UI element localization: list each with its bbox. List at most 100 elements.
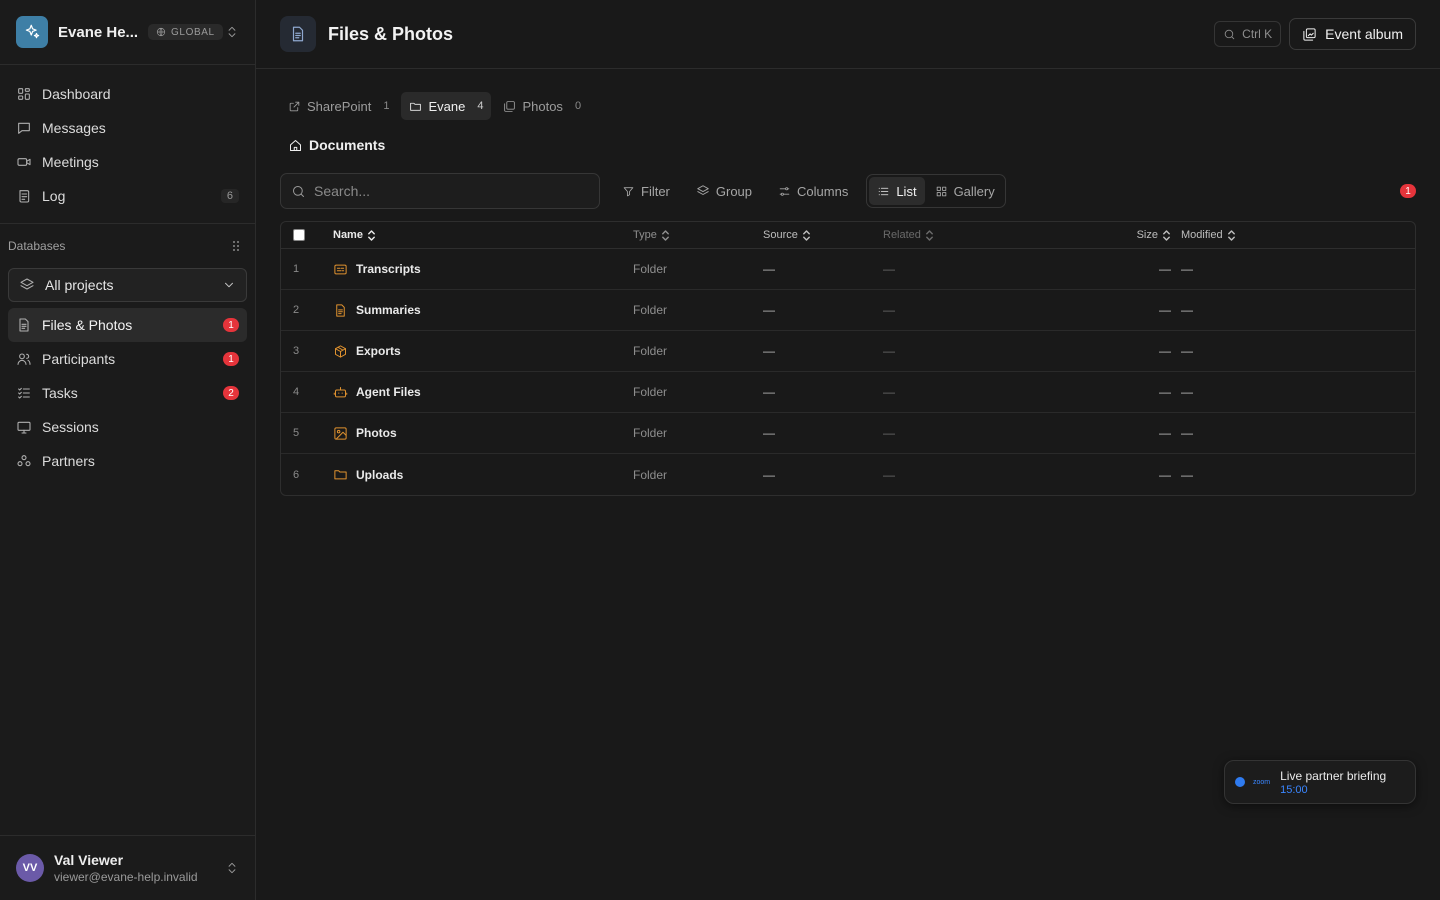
row-type: Folder bbox=[633, 467, 668, 482]
nav-item-meetings[interactable]: Meetings bbox=[8, 145, 247, 179]
column-header-size[interactable]: Size bbox=[1113, 229, 1181, 241]
users-icon bbox=[17, 353, 31, 365]
tab-sharepoint[interactable]: SharePoint 1 bbox=[280, 92, 397, 120]
row-name-cell[interactable]: Photos bbox=[333, 426, 633, 441]
nav-item-label: Messages bbox=[42, 120, 106, 136]
zoom-label: zoom bbox=[1253, 778, 1271, 786]
table-row[interactable]: 1 Transcripts Folder — — — — bbox=[281, 249, 1415, 290]
project-select[interactable]: All projects bbox=[8, 268, 247, 302]
row-type: Folder bbox=[633, 262, 668, 276]
user-email: viewer@evane-help.invalid bbox=[54, 870, 198, 884]
row-name: Summaries bbox=[356, 303, 421, 317]
notification-badge[interactable]: 1 bbox=[1400, 184, 1416, 198]
sidebar-item-sessions[interactable]: Sessions bbox=[8, 410, 247, 444]
column-header-related[interactable]: Related bbox=[883, 229, 1113, 241]
view-list-button[interactable]: List bbox=[869, 177, 925, 205]
tab-photos[interactable]: Photos 0 bbox=[495, 92, 589, 120]
search-input[interactable] bbox=[314, 183, 574, 199]
row-modified: — bbox=[1181, 426, 1193, 440]
sidebar-item-label: Partners bbox=[42, 453, 95, 469]
row-source: — bbox=[763, 344, 775, 358]
nav-item-log[interactable]: Log 6 bbox=[8, 179, 247, 213]
column-header-modified[interactable]: Modified bbox=[1181, 229, 1415, 241]
chevrons-updown-icon[interactable] bbox=[225, 861, 239, 875]
toast-text: Live partner briefing 15:00 bbox=[1280, 769, 1386, 796]
search-icon bbox=[293, 185, 304, 197]
row-size: — bbox=[1159, 262, 1171, 276]
column-header-source[interactable]: Source bbox=[763, 229, 883, 241]
log-icon bbox=[19, 190, 30, 203]
databases-heading: Databases bbox=[0, 226, 255, 266]
sort-icon bbox=[661, 229, 669, 241]
table-header: Name Type Source Related Size Modified bbox=[281, 222, 1415, 249]
row-name-cell[interactable]: Transcripts bbox=[333, 262, 633, 277]
project-select-value: All projects bbox=[45, 277, 114, 293]
row-name-cell[interactable]: Exports bbox=[333, 344, 633, 359]
tab-label: Evane bbox=[428, 98, 466, 114]
view-toggle: List Gallery bbox=[866, 174, 1006, 208]
columns-button[interactable]: Columns bbox=[768, 176, 858, 206]
table-row[interactable]: 4 Agent Files Folder — — — — bbox=[281, 372, 1415, 413]
nav-item-label: Log bbox=[42, 188, 66, 204]
table-row[interactable]: 5 Photos Folder — — — — bbox=[281, 413, 1415, 454]
main-nav: Dashboard Messages Meetings Log 6 bbox=[0, 65, 255, 224]
drag-handle-icon[interactable] bbox=[231, 240, 247, 252]
filter-button[interactable]: Filter bbox=[612, 176, 680, 206]
sort-icon bbox=[926, 229, 933, 241]
select-all-checkbox[interactable] bbox=[293, 229, 305, 241]
tab-label: SharePoint bbox=[307, 98, 372, 114]
sort-icon bbox=[802, 229, 810, 241]
user-menu[interactable]: VV Val Viewer viewer@evane-help.invalid bbox=[0, 835, 255, 900]
row-name-cell[interactable]: Agent Files bbox=[333, 385, 633, 400]
column-header-name[interactable]: Name bbox=[333, 229, 633, 241]
column-header-type[interactable]: Type bbox=[633, 229, 763, 241]
breadcrumb[interactable]: Documents bbox=[288, 137, 385, 153]
table-row[interactable]: 2 Summaries Folder — — — — bbox=[281, 290, 1415, 331]
row-type: Folder bbox=[633, 303, 668, 317]
workspace-switcher[interactable]: Evane He... GLOBAL bbox=[0, 0, 255, 65]
chevrons-updown-icon[interactable] bbox=[225, 25, 239, 39]
image-icon bbox=[334, 426, 347, 440]
video-icon bbox=[17, 158, 31, 166]
row-modified: — bbox=[1181, 344, 1193, 358]
row-size: — bbox=[1159, 385, 1171, 399]
row-name: Uploads bbox=[356, 467, 404, 482]
table-toolbar: Filter Group Columns List Gallery 1 bbox=[280, 173, 1416, 209]
message-icon bbox=[18, 122, 30, 134]
chevron-down-icon bbox=[225, 282, 233, 288]
row-name-cell[interactable]: Summaries bbox=[333, 303, 633, 318]
table-row[interactable]: 6 Uploads Folder — — — — bbox=[281, 454, 1415, 495]
row-type: Folder bbox=[633, 426, 668, 440]
sidebar: Evane He... GLOBAL Dashboard Messages Me… bbox=[0, 0, 256, 900]
page-header: Files & Photos Ctrl K Event album bbox=[256, 0, 1440, 69]
count-badge: 1 bbox=[223, 352, 239, 366]
row-index: 6 bbox=[293, 468, 300, 481]
search-field[interactable] bbox=[280, 173, 600, 209]
tab-evane[interactable]: Evane 4 bbox=[401, 92, 492, 120]
nav-item-messages[interactable]: Messages bbox=[8, 111, 247, 145]
nav-item-dashboard[interactable]: Dashboard bbox=[8, 77, 247, 111]
sidebar-item-partners[interactable]: Partners bbox=[8, 444, 247, 478]
row-related: — bbox=[883, 385, 895, 399]
meeting-toast[interactable]: zoom Live partner briefing 15:00 bbox=[1224, 760, 1416, 804]
row-index: 4 bbox=[293, 386, 300, 398]
command-search-button[interactable]: Ctrl K bbox=[1214, 21, 1282, 47]
filter-label: Filter bbox=[641, 183, 670, 199]
table-row[interactable]: 3 Exports Folder — — — — bbox=[281, 331, 1415, 372]
event-album-button[interactable]: Event album bbox=[1289, 18, 1416, 50]
sidebar-item-label: Tasks bbox=[42, 385, 78, 401]
row-name-cell[interactable]: Uploads bbox=[333, 467, 633, 482]
user-info: Val Viewer viewer@evane-help.invalid bbox=[54, 852, 198, 884]
group-button[interactable]: Group bbox=[686, 176, 762, 206]
sidebar-item-files-photos[interactable]: Files & Photos 1 bbox=[8, 308, 247, 342]
file-icon bbox=[19, 318, 29, 332]
transcript-icon bbox=[334, 264, 347, 274]
sidebar-item-participants[interactable]: Participants 1 bbox=[8, 342, 247, 376]
row-size: — bbox=[1159, 467, 1171, 482]
sidebar-item-tasks[interactable]: Tasks 2 bbox=[8, 376, 247, 410]
row-related: — bbox=[883, 467, 895, 482]
filter-icon bbox=[623, 186, 634, 196]
view-gallery-button[interactable]: Gallery bbox=[927, 177, 1003, 205]
row-modified: — bbox=[1181, 262, 1193, 276]
search-icon bbox=[1224, 29, 1235, 39]
